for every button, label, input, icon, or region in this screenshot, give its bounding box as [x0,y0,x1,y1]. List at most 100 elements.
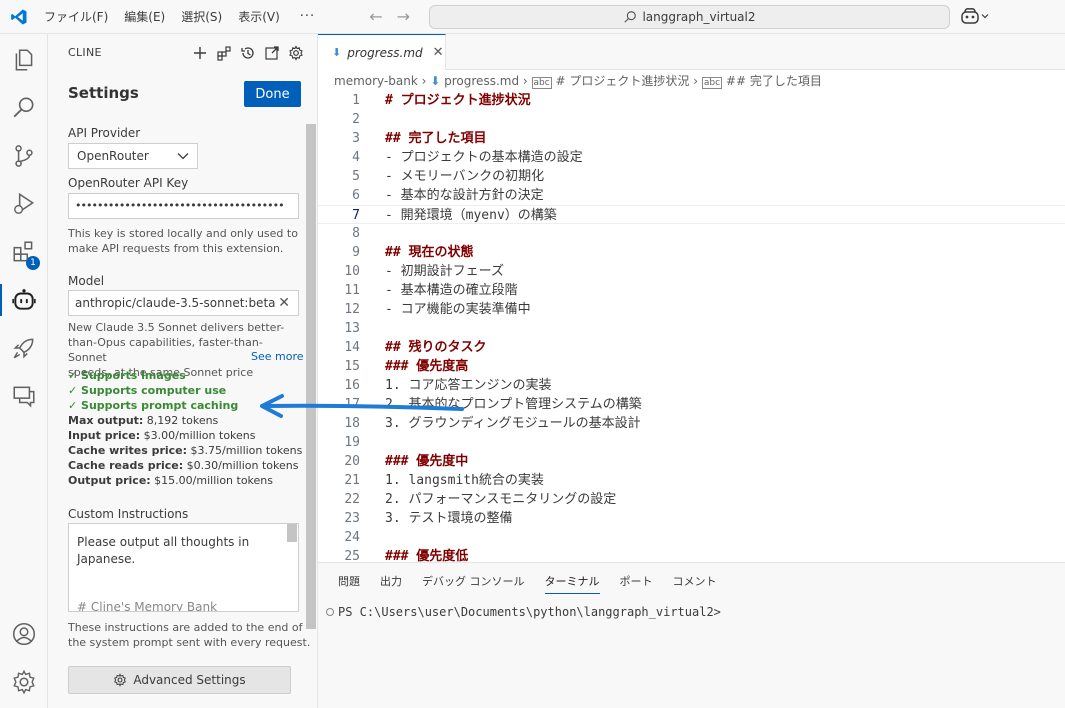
code-line[interactable]: 13 [318,319,1065,338]
bottom-panel: 問題 出力 デバッグ コンソール ターミナル ポート コメント PS C:\Users\u… [318,562,1065,708]
chevron-down-icon [981,14,989,19]
line-number: 21 [344,473,360,488]
menu-view[interactable]: 表示(V) [238,8,280,25]
cline-settings-panel: CLINE Settings Done API Provider OpenRou… [48,34,318,708]
code-line[interactable]: 12 - コア機能の実装準備中 [318,300,1065,319]
command-center-search[interactable]: langgraph_virtual2 [429,5,950,29]
code-line[interactable]: 4 - プロジェクトの基本構造の設定 [318,148,1065,167]
menu-file[interactable]: ファイル(F) [44,8,108,25]
source-control-icon[interactable] [0,132,48,180]
popout-icon[interactable] [260,42,284,64]
code-line[interactable]: 23 3. テスト環境の整備 [318,509,1065,528]
forward-arrow-icon[interactable]: → [397,7,410,26]
api-key-label: OpenRouter API Key [68,176,189,190]
terminal-output[interactable]: PS C:\Users\user\Documents\python\langgr… [326,605,721,619]
line-text: - プロジェクトの基本構造の設定 [385,150,583,165]
run-debug-icon[interactable] [0,180,48,228]
advanced-settings-button[interactable]: Advanced Settings [68,666,291,694]
breadcrumb-h1[interactable]: # プロジェクト進捗状況 [556,74,690,88]
rocket-icon[interactable] [0,324,48,372]
code-line[interactable]: 2 [318,110,1065,129]
history-icon[interactable] [236,42,260,64]
chat-icon[interactable] [0,372,48,420]
gear-icon [114,673,127,687]
line-number: 8 [352,226,360,241]
line-text: 2. 基本的なプロンプト管理システムの構築 [385,397,642,412]
explorer-icon[interactable] [0,36,48,84]
code-line[interactable]: 16 1. コア応答エンジンの実装 [318,376,1065,395]
line-text: ## 現在の状態 [385,245,474,260]
custom-instructions-textarea[interactable]: Please output all thoughts in Japanese. … [68,523,299,612]
code-line[interactable]: 9 ## 現在の状態 [318,243,1065,262]
see-more-link[interactable]: See more [248,350,304,363]
tab-progress-md[interactable]: ⬇ progress.md ✕ [318,34,446,70]
breadcrumb-h2[interactable]: ## 完了した項目 [726,74,822,88]
panel-tab[interactable]: ポート [620,573,653,594]
menu-selection[interactable]: 選択(S) [181,8,222,25]
api-provider-select[interactable]: OpenRouter [68,143,198,169]
line-number: 24 [344,530,360,545]
code-line[interactable]: 3 ## 完了した項目 [318,129,1065,148]
new-task-icon[interactable] [188,42,212,64]
terminal-prompt: PS C:\Users\user\Documents\python\langgr… [338,605,721,619]
code-line[interactable]: 18 3. グラウンディングモジュールの基本設計 [318,414,1065,433]
code-line[interactable]: 22 2. パフォーマンスモニタリングの設定 [318,490,1065,509]
feature-prompt-caching: ✓ Supports prompt caching [68,399,239,412]
clear-icon[interactable]: ✕ [278,295,290,311]
code-line[interactable]: 24 [318,528,1065,547]
code-line[interactable]: 14 ## 残りのタスク [318,338,1065,357]
code-line[interactable]: 11 - 基本構造の確立段階 [318,281,1065,300]
panel-scrollbar[interactable] [306,124,316,629]
code-line[interactable]: 21 1. langsmith統合の実装 [318,471,1065,490]
extensions-icon[interactable]: 1 [0,228,48,276]
menu-more-button[interactable]: ··· [300,9,315,24]
panel-tab[interactable]: ターミナル [544,573,600,594]
code-line[interactable]: 5 - メモリーバンクの初期化 [318,167,1065,186]
model-label: Model [68,274,105,288]
code-line[interactable]: 20 ### 優先度中 [318,452,1065,471]
panel-tab[interactable]: 問題 [338,573,360,594]
line-number: 18 [344,416,360,431]
code-view[interactable]: 1 # プロジェクト進捗状況 2 3 ## 完了した項目 4 - プロジェクトの基本構造の設… [318,91,1065,566]
panel-header: CLINE [68,46,102,59]
settings-gear-icon[interactable] [284,42,308,64]
line-number: 16 [344,378,360,393]
chevron-right-icon: › [522,74,532,88]
panel-tab[interactable]: デバッグ コンソール [422,573,525,594]
line-text: - メモリーバンクの初期化 [385,169,545,184]
code-line[interactable]: 15 ### 優先度高 [318,357,1065,376]
mcp-servers-icon[interactable] [212,42,236,64]
account-icon[interactable] [0,610,48,658]
code-line[interactable]: 17 2. 基本的なプロンプト管理システムの構築 [318,395,1065,414]
done-button[interactable]: Done [244,81,301,107]
code-line[interactable]: 6 - 基本的な設計方針の決定 [318,186,1065,205]
code-line[interactable]: 7 - 開発環境（myenv）の構築 [318,205,1065,224]
panel-tab[interactable]: コメント [673,573,717,594]
line-number: 13 [344,321,360,336]
line-number: 4 [352,150,360,165]
terminal-status-icon [326,608,334,616]
tab-label: progress.md [347,45,423,60]
line-number: 7 [352,208,360,223]
model-input[interactable]: anthropic/claude-3.5-sonnet:beta ✕ [68,290,299,316]
breadcrumb-folder[interactable]: memory-bank [334,74,418,88]
panel-tab[interactable]: 出力 [380,573,402,594]
back-arrow-icon[interactable]: ← [369,7,382,26]
line-text: 1. コア応答エンジンの実装 [385,378,552,393]
textarea-scrollbar[interactable] [287,524,297,542]
copilot-menu[interactable] [960,7,990,25]
chevron-right-icon: › [421,74,431,88]
manage-gear-icon[interactable] [0,658,48,706]
api-key-input[interactable]: •••••••••••••••••••••••••••••••••••••• [68,193,299,219]
line-number: 10 [344,264,360,279]
code-line[interactable]: 19 [318,433,1065,452]
code-line[interactable]: 10 - 初期設計フェーズ [318,262,1065,281]
search-icon[interactable] [0,84,48,132]
menu-edit[interactable]: 編集(E) [124,8,165,25]
cline-icon[interactable] [0,276,48,324]
breadcrumb-file[interactable]: progress.md [444,74,519,88]
close-icon[interactable]: ✕ [433,45,444,60]
activity-bar: 1 [0,34,48,708]
code-line[interactable]: 1 # プロジェクト進捗状況 [318,91,1065,110]
code-line[interactable]: 8 [318,224,1065,243]
